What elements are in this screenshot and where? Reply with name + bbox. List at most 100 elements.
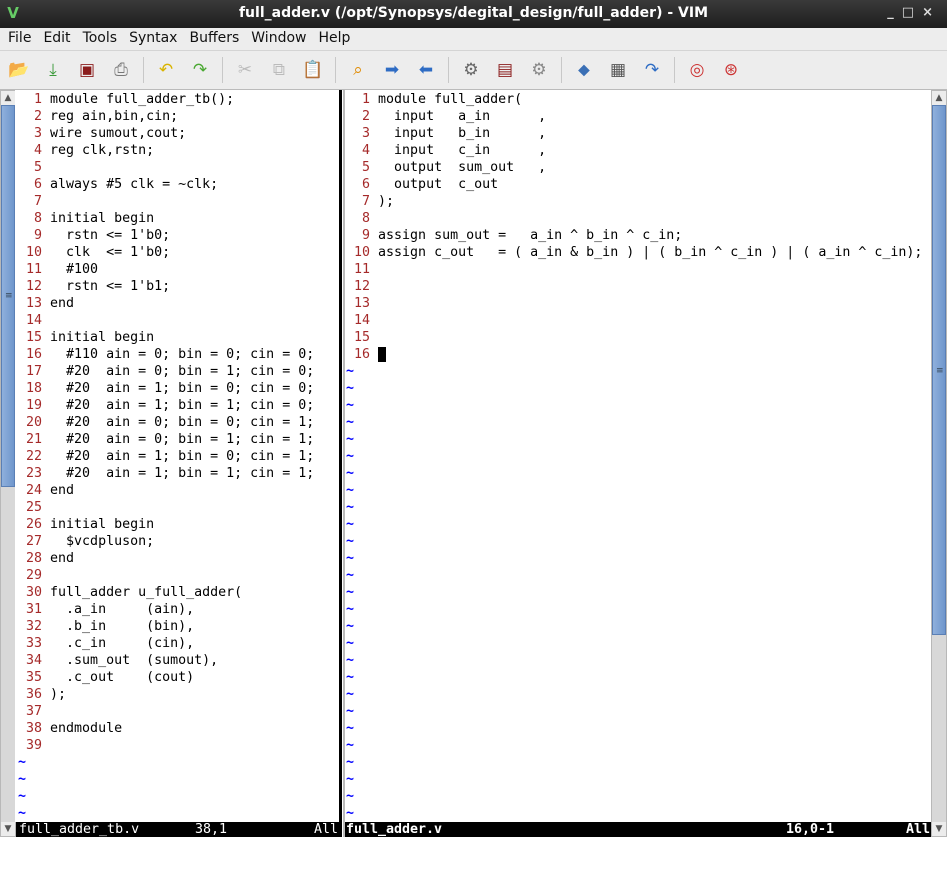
redo-icon[interactable]: ↷ — [188, 58, 212, 82]
left-editor-pane[interactable]: 1 module full_adder_tb(); 2 reg ain,bin,… — [15, 90, 339, 822]
code-line[interactable]: 3 wire sumout,cout; — [18, 125, 339, 142]
right-scrollbar[interactable]: ▲ ≡ ▼ — [931, 90, 947, 837]
code-text: #20 ain = 1; bin = 1; cin = 1; — [50, 466, 315, 481]
code-line[interactable]: 8 initial begin — [18, 210, 339, 227]
run-script-icon[interactable]: ⚙ — [527, 58, 551, 82]
code-line[interactable]: 11 — [346, 261, 931, 278]
menu-window[interactable]: Window — [245, 28, 312, 50]
scrollbar-thumb[interactable]: ≡ — [1, 105, 15, 487]
scroll-down-button[interactable]: ▼ — [1, 822, 15, 836]
code-line[interactable]: 37 — [18, 703, 339, 720]
code-line[interactable]: 23 #20 ain = 1; bin = 1; cin = 1; — [18, 465, 339, 482]
code-line[interactable]: 17 #20 ain = 0; bin = 1; cin = 0; — [18, 363, 339, 380]
load-session-icon[interactable]: ⚙ — [459, 58, 483, 82]
code-line[interactable]: 39 — [18, 737, 339, 754]
code-line[interactable]: 2 reg ain,bin,cin; — [18, 108, 339, 125]
right-editor-pane[interactable]: 1 module full_adder( 2 input a_in , 3 in… — [345, 90, 931, 822]
find-help-icon[interactable]: ⊛ — [719, 58, 743, 82]
find-next-icon[interactable]: ➡ — [380, 58, 404, 82]
code-line[interactable]: 13 — [346, 295, 931, 312]
code-line[interactable]: 5 — [18, 159, 339, 176]
code-line[interactable]: 7 — [18, 193, 339, 210]
code-line[interactable]: 13 end — [18, 295, 339, 312]
toolbar-separator — [561, 57, 562, 83]
code-line[interactable]: 28 end — [18, 550, 339, 567]
code-line[interactable]: 16 #110 ain = 0; bin = 0; cin = 0; — [18, 346, 339, 363]
scroll-up-button[interactable]: ▲ — [932, 91, 946, 105]
code-line[interactable]: 3 input b_in , — [346, 125, 931, 142]
code-line[interactable]: 1 module full_adder_tb(); — [18, 91, 339, 108]
left-status-line: full_adder_tb.v 38,1 All — [16, 822, 339, 837]
menu-file[interactable]: File — [2, 28, 37, 50]
code-line[interactable]: 7 ); — [346, 193, 931, 210]
scroll-down-button[interactable]: ▼ — [932, 822, 946, 836]
save-session-icon[interactable]: ▤ — [493, 58, 517, 82]
code-line[interactable]: 6 output c_out — [346, 176, 931, 193]
code-line[interactable]: 9 rstn <= 1'b0; — [18, 227, 339, 244]
find-prev-icon[interactable]: ⬅ — [414, 58, 438, 82]
code-line[interactable]: 10 assign c_out = ( a_in & b_in ) | ( b_… — [346, 244, 931, 261]
code-line[interactable]: 30 full_adder u_full_adder( — [18, 584, 339, 601]
code-line[interactable]: 20 #20 ain = 0; bin = 0; cin = 1; — [18, 414, 339, 431]
code-line[interactable]: 12 rstn <= 1'b1; — [18, 278, 339, 295]
help-icon[interactable]: ◎ — [685, 58, 709, 82]
paste-icon[interactable]: 📋 — [301, 58, 325, 82]
copy-icon[interactable]: ⧉ — [267, 58, 291, 82]
code-line[interactable]: 14 — [346, 312, 931, 329]
code-line[interactable]: 18 #20 ain = 1; bin = 0; cin = 0; — [18, 380, 339, 397]
find-replace-icon[interactable]: ⌕ — [346, 58, 370, 82]
cut-icon[interactable]: ✂ — [233, 58, 257, 82]
code-line[interactable]: 9 assign sum_out = a_in ^ b_in ^ c_in; — [346, 227, 931, 244]
empty-line-tilde: ~ — [346, 551, 355, 566]
code-line[interactable]: 33 .c_in (cin), — [18, 635, 339, 652]
code-line[interactable]: 27 $vcdpluson; — [18, 533, 339, 550]
left-scrollbar[interactable]: ▲ ≡ ▼ — [0, 90, 16, 837]
code-line[interactable]: 19 #20 ain = 1; bin = 1; cin = 0; — [18, 397, 339, 414]
build-tags-icon[interactable]: ▦ — [606, 58, 630, 82]
code-line[interactable]: 22 #20 ain = 1; bin = 0; cin = 1; — [18, 448, 339, 465]
code-line[interactable]: 31 .a_in (ain), — [18, 601, 339, 618]
code-line[interactable]: 16 — [346, 346, 931, 363]
minimize-button[interactable]: _ — [887, 5, 902, 20]
code-line[interactable]: 26 initial begin — [18, 516, 339, 533]
scroll-up-button[interactable]: ▲ — [1, 91, 15, 105]
menu-edit[interactable]: Edit — [37, 28, 76, 50]
code-line[interactable]: 6 always #5 clk = ~clk; — [18, 176, 339, 193]
code-line[interactable]: 24 end — [18, 482, 339, 499]
empty-line-tilde: ~ — [346, 772, 355, 787]
code-line[interactable]: 2 input a_in , — [346, 108, 931, 125]
code-line[interactable]: 4 input c_in , — [346, 142, 931, 159]
save-icon[interactable]: ⤓ — [41, 58, 65, 82]
code-line[interactable]: 4 reg clk,rstn; — [18, 142, 339, 159]
code-line[interactable]: 29 — [18, 567, 339, 584]
close-button[interactable]: × — [922, 5, 941, 20]
print-icon[interactable]: ⎙ — [109, 58, 133, 82]
code-line[interactable]: 38 endmodule — [18, 720, 339, 737]
code-line[interactable]: 11 #100 — [18, 261, 339, 278]
code-line[interactable]: 36 ); — [18, 686, 339, 703]
menu-help[interactable]: Help — [312, 28, 356, 50]
undo-icon[interactable]: ↶ — [154, 58, 178, 82]
code-line[interactable]: 21 #20 ain = 0; bin = 1; cin = 1; — [18, 431, 339, 448]
code-line[interactable]: 15 — [346, 329, 931, 346]
menu-tools[interactable]: Tools — [77, 28, 124, 50]
menu-buffers[interactable]: Buffers — [183, 28, 245, 50]
code-line[interactable]: 10 clk <= 1'b0; — [18, 244, 339, 261]
code-line[interactable]: 12 — [346, 278, 931, 295]
jump-tag-icon[interactable]: ↷ — [640, 58, 664, 82]
code-line[interactable]: 35 .c_out (cout) — [18, 669, 339, 686]
code-line[interactable]: 8 — [346, 210, 931, 227]
save-all-icon[interactable]: ▣ — [75, 58, 99, 82]
menu-syntax[interactable]: Syntax — [123, 28, 183, 50]
code-line[interactable]: 5 output sum_out , — [346, 159, 931, 176]
make-icon[interactable]: ⬥ — [572, 58, 596, 82]
code-line[interactable]: 15 initial begin — [18, 329, 339, 346]
code-line[interactable]: 1 module full_adder( — [346, 91, 931, 108]
code-line[interactable]: 34 .sum_out (sumout), — [18, 652, 339, 669]
open-icon[interactable]: 📂 — [7, 58, 31, 82]
maximize-button[interactable]: □ — [902, 5, 922, 20]
code-line[interactable]: 32 .b_in (bin), — [18, 618, 339, 635]
code-line[interactable]: 25 — [18, 499, 339, 516]
code-line[interactable]: 14 — [18, 312, 339, 329]
scrollbar-thumb[interactable]: ≡ — [932, 105, 946, 635]
